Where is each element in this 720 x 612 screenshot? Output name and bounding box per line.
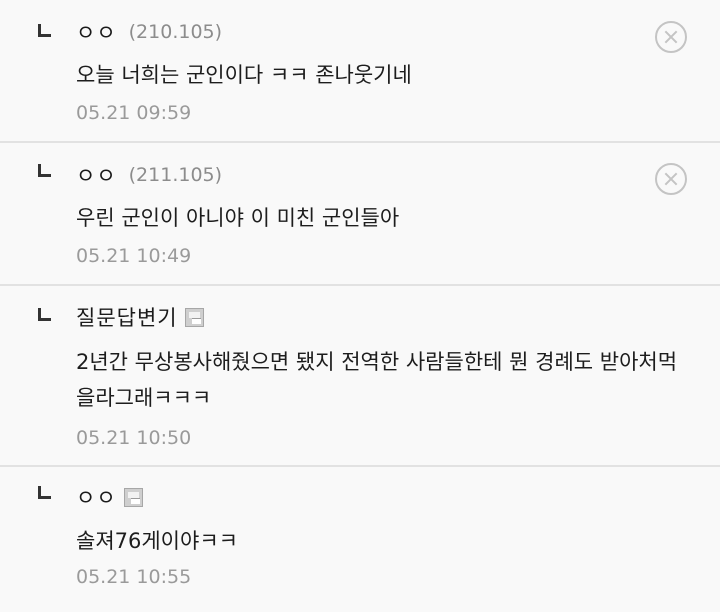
- comment-item: 질문답변기 2년간 무상봉사해줬으면 됐지 전역한 사람들한테 뭔 경례도 받아…: [0, 286, 720, 467]
- comment-list: ㅇㅇ (210.105) 오늘 너희는 군인이다 ㅋㅋ 존나웃기네 05.21 …: [0, 0, 720, 612]
- delete-icon[interactable]: [655, 163, 687, 195]
- comment-nickname[interactable]: 질문답변기: [76, 302, 178, 332]
- comment-header: ㅇㅇ (211.105): [76, 160, 222, 190]
- member-badge-icon: [123, 487, 143, 507]
- reply-arrow-icon: [38, 308, 51, 321]
- comment-nickname[interactable]: ㅇㅇ: [76, 17, 117, 47]
- reply-arrow-icon: [38, 486, 51, 499]
- reply-arrow-icon: [38, 164, 51, 177]
- comment-text: 오늘 너희는 군인이다 ㅋㅋ 존나웃기네: [76, 63, 412, 87]
- comment-timestamp: 05.21 10:55: [76, 566, 192, 588]
- comment-item: ㅇㅇ (211.105) 우린 군인이 아니야 이 미친 군인들아 05.21 …: [0, 143, 720, 286]
- comment-text: 2년간 무상봉사해줬으면 됐지 전역한 사람들한테 뭔 경례도 받아처먹을라그래…: [76, 350, 678, 410]
- comment-item: ㅇㅇ 솔져76게이야ㅋㅋ 05.21 10:55: [0, 467, 720, 612]
- comment-timestamp: 05.21 10:49: [76, 245, 192, 267]
- comment-header: 질문답변기: [76, 302, 204, 332]
- comment-nickname[interactable]: ㅇㅇ: [76, 160, 117, 190]
- comment-timestamp: 05.21 10:50: [76, 427, 192, 449]
- comment-text: 우린 군인이 아니야 이 미친 군인들아: [76, 206, 400, 230]
- member-badge-icon: [184, 307, 204, 327]
- comment-ip: (211.105): [128, 164, 223, 186]
- comment-timestamp: 05.21 09:59: [76, 102, 192, 124]
- reply-arrow-icon: [38, 24, 51, 37]
- comment-text: 솔져76게이야ㅋㅋ: [76, 529, 238, 553]
- delete-icon[interactable]: [655, 21, 687, 53]
- comment-ip: (210.105): [128, 21, 223, 43]
- comment-header: ㅇㅇ: [76, 482, 143, 512]
- comment-item: ㅇㅇ (210.105) 오늘 너희는 군인이다 ㅋㅋ 존나웃기네 05.21 …: [0, 0, 720, 143]
- comment-nickname[interactable]: ㅇㅇ: [76, 482, 117, 512]
- comment-header: ㅇㅇ (210.105): [76, 17, 222, 47]
